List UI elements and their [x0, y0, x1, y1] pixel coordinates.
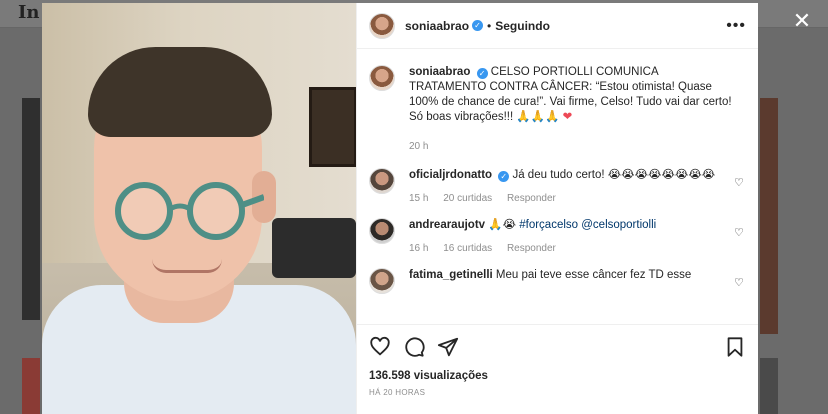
comment-username[interactable]: andrearaujotv: [409, 219, 485, 231]
instagram-logo: In: [18, 2, 40, 23]
comment-likes[interactable]: 16 curtidas: [443, 243, 492, 254]
heart-icon[interactable]: [369, 336, 391, 358]
background-thumbnail[interactable]: [22, 98, 40, 320]
comment-item: oficialjrdonatto ✓ Já deu tudo certo! 😭😭…: [369, 168, 746, 204]
verified-icon: ✓: [498, 171, 510, 182]
caption-entry: soniaabrao ✓ CELSO PORTIOLLI COMUNICA TR…: [369, 65, 746, 152]
background-thumbnail[interactable]: [22, 358, 40, 414]
video-glasses: [115, 182, 264, 240]
share-icon[interactable]: [437, 336, 459, 358]
caption-time: 20 h: [409, 141, 429, 152]
comment-username[interactable]: oficialjrdonatto: [409, 169, 492, 181]
avatar[interactable]: [369, 12, 395, 39]
comment-item: andrearaujotv 🙏😭 #forçacelso @celsoporti…: [369, 218, 746, 254]
bookmark-icon[interactable]: [724, 336, 746, 358]
avatar[interactable]: [369, 268, 395, 294]
views-count[interactable]: 136.598 visualizações: [357, 370, 758, 382]
comment-time: 15 h: [409, 193, 429, 204]
verified-icon: ✓: [476, 68, 488, 79]
verified-icon: ✓: [472, 20, 484, 31]
comment-emoji: 🙏😭: [488, 219, 517, 231]
comments-list[interactable]: soniaabrao ✓ CELSO PORTIOLLI COMUNICA TR…: [357, 49, 758, 324]
caption-text: soniaabrao ✓ CELSO PORTIOLLI COMUNICA TR…: [409, 65, 738, 125]
post-username[interactable]: soniaabrao: [405, 19, 469, 33]
post-header: soniaabrao ✓ • Seguindo •••: [357, 3, 758, 49]
background-thumbnail[interactable]: [760, 98, 778, 334]
like-comment-icon[interactable]: ♡: [734, 276, 746, 289]
posted-time: HÁ 20 HORAS: [369, 388, 426, 397]
following-button[interactable]: Seguindo: [495, 19, 550, 33]
avatar[interactable]: [369, 65, 395, 91]
more-options-icon[interactable]: •••: [726, 17, 746, 35]
comment-text: Meu pai teve esse câncer fez TD esse: [495, 269, 692, 281]
video-hair: [88, 47, 272, 137]
red-heart-emoji: ❤: [562, 111, 573, 123]
reply-button[interactable]: Responder: [507, 193, 556, 204]
background-thumbnail[interactable]: [760, 358, 778, 414]
hashtag-link[interactable]: #forçacelso: [519, 219, 578, 231]
avatar[interactable]: [369, 168, 395, 194]
post-modal: soniaabrao ✓ • Seguindo ••• soniaabrao ✓…: [42, 3, 758, 414]
close-icon[interactable]: ✕: [791, 10, 813, 32]
like-comment-icon[interactable]: ♡: [734, 176, 746, 189]
comment-icon[interactable]: [403, 336, 425, 358]
mention-link[interactable]: @celsoportiolli: [581, 219, 656, 231]
post-panel: soniaabrao ✓ • Seguindo ••• soniaabrao ✓…: [356, 3, 758, 414]
comment-time: 16 h: [409, 243, 429, 254]
avatar[interactable]: [369, 218, 395, 244]
reply-button[interactable]: Responder: [507, 243, 556, 254]
comment-likes[interactable]: 20 curtidas: [443, 193, 492, 204]
comment-username[interactable]: fatima_getinelli: [409, 269, 493, 281]
comment-item: fatima_getinelli Meu pai teve esse cânce…: [369, 268, 746, 294]
video-mouth: [152, 259, 222, 273]
like-comment-icon[interactable]: ♡: [734, 226, 746, 239]
video-chair: [272, 218, 356, 278]
video-picture-frame: [309, 87, 356, 167]
caption-username[interactable]: soniaabrao: [409, 66, 470, 78]
comment-text: Já deu tudo certo! 😭😭😭😭😭😭😭😭: [512, 169, 716, 181]
post-actions: [357, 324, 758, 368]
post-video[interactable]: [42, 3, 356, 414]
separator-dot: •: [487, 18, 492, 33]
